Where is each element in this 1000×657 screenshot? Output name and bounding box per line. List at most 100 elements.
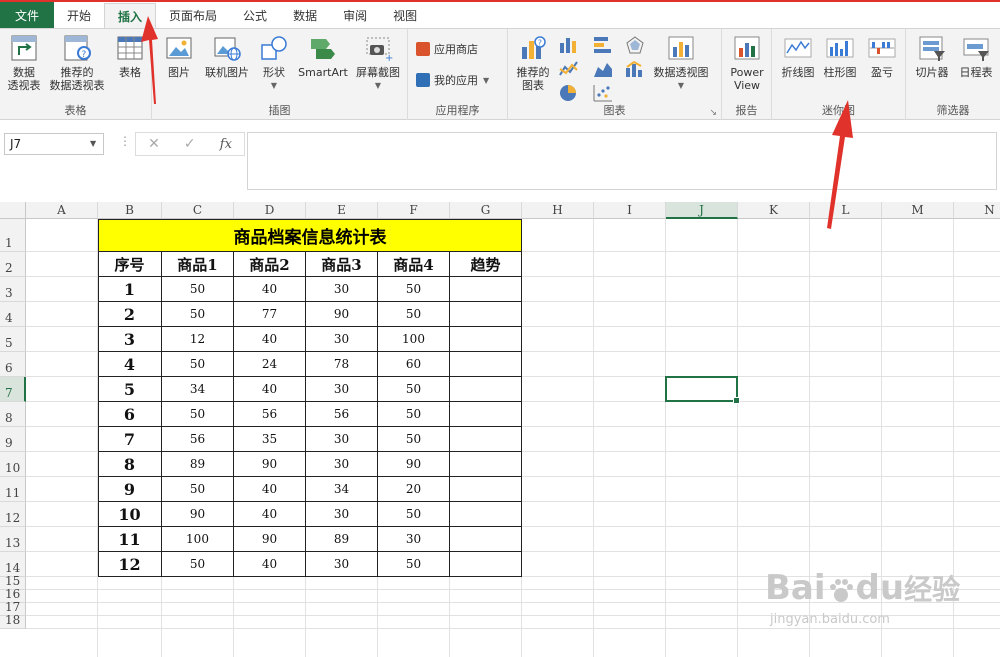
table-cell[interactable]: 30 [306,427,378,452]
table-title[interactable]: 商品档案信息统计表 [98,219,522,252]
row-header-5[interactable]: 5 [0,327,26,352]
column-header-d[interactable]: D [234,202,306,219]
table-cell[interactable]: 90 [162,502,234,527]
tab-insert[interactable]: 插入 [104,3,157,28]
table-cell[interactable]: 89 [306,527,378,552]
row-header-2[interactable]: 2 [0,252,26,277]
table-header-cell[interactable]: 商品3 [306,252,378,277]
pie-chart-icon[interactable] [558,83,580,103]
column-header-a[interactable]: A [26,202,98,219]
scatter-chart-icon[interactable] [592,83,614,103]
table-cell[interactable] [450,327,522,352]
cancel-icon[interactable]: ✕ [148,136,160,152]
power-view-button[interactable]: Power View [726,33,768,92]
table-cell[interactable]: 10 [98,502,162,527]
row-header-11[interactable]: 11 [0,477,26,502]
table-cell[interactable]: 11 [98,527,162,552]
pivot-chart-button[interactable]: 数据透视图 ▼ [648,33,714,92]
pivot-table-button[interactable]: 数据 透视表 [4,33,44,92]
row-header-7[interactable]: 7 [0,377,26,402]
active-cell-selection[interactable] [665,376,740,404]
smartart-button[interactable]: SmartArt [296,33,350,79]
table-cell[interactable]: 24 [234,352,306,377]
table-cell[interactable] [450,352,522,377]
sparkline-line-button[interactable]: 折线图 [778,33,818,79]
timeline-button[interactable]: 日程表 [954,33,998,79]
table-cell[interactable]: 34 [162,377,234,402]
table-cell[interactable]: 34 [306,477,378,502]
formula-input[interactable] [247,132,997,190]
table-cell[interactable]: 50 [162,277,234,302]
table-cell[interactable]: 56 [162,427,234,452]
row-header-12[interactable]: 12 [0,502,26,527]
table-cell[interactable]: 100 [162,527,234,552]
column-header-g[interactable]: G [450,202,522,219]
table-cell[interactable] [450,377,522,402]
table-button[interactable]: 表格 [112,33,148,79]
table-cell[interactable]: 40 [234,477,306,502]
table-cell[interactable]: 9 [98,477,162,502]
table-header-cell[interactable]: 趋势 [450,252,522,277]
table-cell[interactable]: 50 [378,427,450,452]
online-picture-button[interactable]: 联机图片 [200,33,254,79]
row-header-6[interactable]: 6 [0,352,26,377]
table-cell[interactable]: 7 [98,427,162,452]
table-cell[interactable]: 78 [306,352,378,377]
table-cell[interactable]: 5 [98,377,162,402]
table-cell[interactable]: 30 [306,277,378,302]
table-cell[interactable]: 50 [378,402,450,427]
column-header-l[interactable]: L [810,202,882,219]
name-box-chevron-down-icon[interactable]: ▼ [90,139,96,148]
table-cell[interactable]: 40 [234,502,306,527]
table-cell[interactable]: 6 [98,402,162,427]
table-cell[interactable] [450,527,522,552]
tab-home[interactable]: 开始 [54,2,104,28]
table-cell[interactable]: 12 [162,327,234,352]
shapes-button[interactable]: 形状 ▼ [256,33,292,92]
table-cell[interactable]: 90 [306,302,378,327]
table-cell[interactable]: 30 [306,452,378,477]
table-cell[interactable]: 50 [162,352,234,377]
bar-chart-icon[interactable] [592,35,614,55]
tab-review[interactable]: 审阅 [330,2,380,28]
table-cell[interactable]: 2 [98,302,162,327]
column-header-m[interactable]: M [882,202,954,219]
row-header-4[interactable]: 4 [0,302,26,327]
row-header-10[interactable]: 10 [0,452,26,477]
table-cell[interactable]: 30 [378,527,450,552]
sparkline-winloss-button[interactable]: 盈亏 [862,33,902,79]
column-header-f[interactable]: F [378,202,450,219]
column-chart-icon[interactable] [558,35,580,55]
column-header-c[interactable]: C [162,202,234,219]
recommended-pivot-button[interactable]: ? 推荐的 数据透视表 [46,33,108,92]
column-header-e[interactable]: E [306,202,378,219]
row-header-3[interactable]: 3 [0,277,26,302]
table-header-cell[interactable]: 商品1 [162,252,234,277]
column-header-n[interactable]: N [954,202,1000,219]
table-cell[interactable]: 89 [162,452,234,477]
table-cell[interactable]: 90 [234,452,306,477]
table-cell[interactable]: 50 [378,277,450,302]
row-header-9[interactable]: 9 [0,427,26,452]
name-box[interactable]: J7 [4,133,104,155]
table-cell[interactable]: 90 [234,527,306,552]
table-cell[interactable] [450,427,522,452]
column-header-i[interactable]: I [594,202,666,219]
table-header-cell[interactable]: 商品2 [234,252,306,277]
picture-button[interactable]: 图片 [162,33,196,79]
recommended-charts-button[interactable]: ? 推荐的 图表 [512,33,554,92]
table-cell[interactable]: 30 [306,552,378,577]
enter-icon[interactable]: ✓ [184,136,196,152]
table-cell[interactable]: 60 [378,352,450,377]
screenshot-button[interactable]: + 屏幕截图 ▼ [352,33,404,92]
table-cell[interactable]: 1 [98,277,162,302]
table-cell[interactable]: 50 [378,552,450,577]
table-cell[interactable]: 40 [234,377,306,402]
area-chart-icon[interactable] [592,59,614,79]
tab-view[interactable]: 视图 [380,2,430,28]
table-cell[interactable] [450,552,522,577]
row-header-8[interactable]: 8 [0,402,26,427]
my-apps-button[interactable]: 我的应用 ▼ [416,72,489,88]
slicer-button[interactable]: 切片器 [910,33,954,79]
table-cell[interactable] [450,502,522,527]
